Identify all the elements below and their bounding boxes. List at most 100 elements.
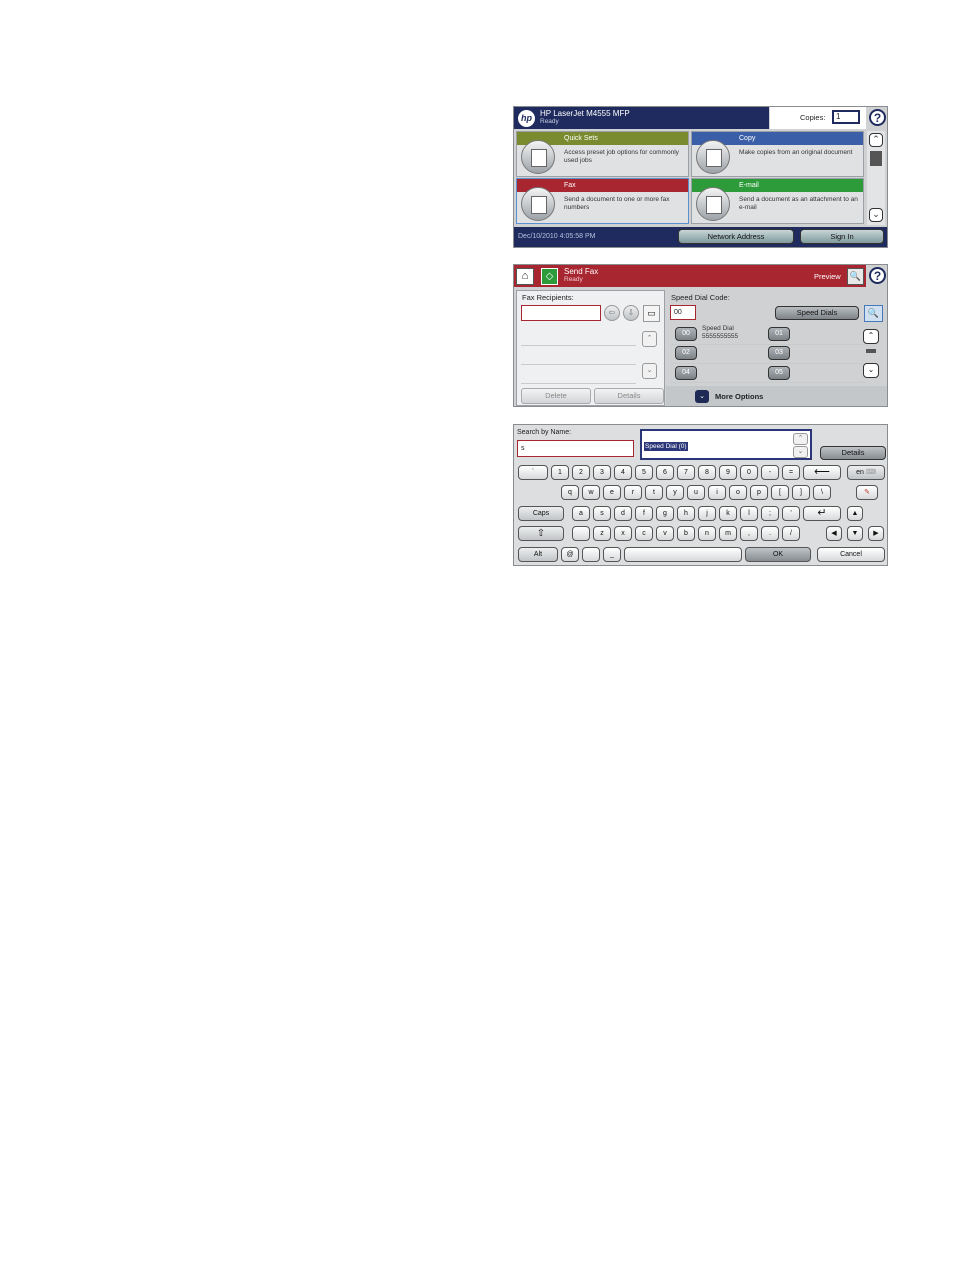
speed-dials-button[interactable]: Speed Dials — [775, 306, 859, 320]
key[interactable]: c — [635, 526, 653, 541]
chevron-down-icon[interactable]: ⌄ — [695, 390, 709, 403]
key[interactable]: 3 — [593, 465, 611, 480]
results-list[interactable]: Speed Dial (0) ⌃ ⌄ — [640, 429, 812, 460]
list-scroll-down-icon[interactable]: ⌄ — [642, 363, 657, 379]
key[interactable]: p — [750, 485, 768, 500]
at-key[interactable]: @ — [561, 547, 579, 562]
home-icon[interactable]: ⌂ — [516, 268, 534, 285]
arrow-down-icon[interactable]: ▼ — [847, 526, 863, 541]
search-name-input[interactable]: s — [517, 440, 634, 457]
key[interactable]: k — [719, 506, 737, 521]
key[interactable]: , — [740, 526, 758, 541]
list-item[interactable] — [521, 346, 636, 365]
key[interactable]: o — [729, 485, 747, 500]
more-options-label[interactable]: More Options — [715, 392, 763, 401]
scroll-up-icon[interactable]: ⌃ — [869, 133, 883, 147]
key[interactable]: f — [635, 506, 653, 521]
key[interactable]: g — [656, 506, 674, 521]
result-scroll-up-icon[interactable]: ⌃ — [793, 433, 808, 445]
edit-icon[interactable]: ✎ — [856, 485, 878, 500]
key[interactable] — [572, 526, 590, 541]
arrow-up-icon[interactable]: ▲ — [847, 506, 863, 521]
key[interactable]: e — [603, 485, 621, 500]
key[interactable]: r — [624, 485, 642, 500]
key[interactable]: 0 — [740, 465, 758, 480]
speed-dial-code[interactable]: 01 — [768, 327, 790, 341]
key[interactable]: s — [593, 506, 611, 521]
backspace-icon[interactable]: ⟵ — [803, 465, 841, 480]
key[interactable]: 8 — [698, 465, 716, 480]
tile-quick-sets[interactable]: Quick Sets Access preset job options for… — [516, 131, 689, 177]
speed-dial-entry[interactable]: Speed Dial 5555555555 — [702, 325, 738, 341]
language-key[interactable]: en ⌨ — [847, 465, 885, 480]
list-item[interactable] — [521, 365, 636, 384]
scroll-down-icon[interactable]: ⌄ — [869, 208, 883, 222]
key[interactable]: z — [593, 526, 611, 541]
speed-dial-code[interactable]: 05 — [768, 366, 790, 380]
fax-recipient-input[interactable] — [521, 305, 601, 321]
help-icon[interactable]: ? — [869, 267, 886, 284]
key[interactable]: x — [614, 526, 632, 541]
tile-fax[interactable]: Fax Send a document to one or more fax n… — [516, 178, 689, 224]
scroll-thumb[interactable] — [866, 349, 876, 353]
underscore-key[interactable]: _ — [603, 547, 621, 562]
key[interactable]: y — [666, 485, 684, 500]
key[interactable]: - — [761, 465, 779, 480]
network-address-button[interactable]: Network Address — [678, 229, 794, 244]
details-button[interactable]: Details — [820, 446, 886, 460]
sign-in-button[interactable]: Sign In — [800, 229, 884, 244]
key[interactable]: l — [740, 506, 758, 521]
key[interactable]: 9 — [719, 465, 737, 480]
key[interactable]: 5 — [635, 465, 653, 480]
key[interactable]: 7 — [677, 465, 695, 480]
list-item[interactable] — [521, 327, 636, 346]
key[interactable]: = — [782, 465, 800, 480]
help-icon[interactable]: ? — [869, 109, 886, 126]
start-icon[interactable]: ◇ — [541, 268, 558, 285]
key[interactable]: a — [572, 506, 590, 521]
key[interactable]: j — [698, 506, 716, 521]
result-scroll-down-icon[interactable]: ⌄ — [793, 446, 808, 458]
key[interactable]: ] — [792, 485, 810, 500]
speed-dial-input[interactable]: 00 — [670, 305, 696, 320]
key[interactable]: 4 — [614, 465, 632, 480]
key[interactable]: u — [687, 485, 705, 500]
scroll-down-icon[interactable]: ⌄ — [863, 363, 879, 378]
home-scrollbar[interactable]: ⌃ ⌄ — [867, 131, 885, 225]
key[interactable]: ; — [761, 506, 779, 521]
key[interactable]: 1 — [551, 465, 569, 480]
arrow-left-icon[interactable]: ◀ — [826, 526, 842, 541]
key[interactable]: v — [656, 526, 674, 541]
selected-result[interactable]: Speed Dial (0) — [644, 442, 688, 451]
key[interactable]: . — [761, 526, 779, 541]
key[interactable]: w — [582, 485, 600, 500]
speed-dial-code[interactable]: 04 — [675, 366, 697, 380]
address-book-icon[interactable]: ▭ — [643, 305, 660, 322]
copies-input[interactable]: 1 — [832, 110, 860, 124]
key[interactable]: d — [614, 506, 632, 521]
space-key[interactable] — [624, 547, 742, 562]
delete-button[interactable]: Delete — [521, 388, 591, 404]
arrow-right-icon[interactable]: ▶ — [868, 526, 884, 541]
key[interactable]: m — [719, 526, 737, 541]
enter-icon[interactable]: ↵ — [803, 506, 841, 521]
speed-dial-code[interactable]: 02 — [675, 346, 697, 360]
tile-copy[interactable]: Copy Make copies from an original docume… — [691, 131, 864, 177]
speed-dial-code[interactable]: 03 — [768, 346, 790, 360]
tile-email[interactable]: E-mail Send a document as an attachment … — [691, 178, 864, 224]
key[interactable]: t — [645, 485, 663, 500]
scroll-up-icon[interactable]: ⌃ — [863, 329, 879, 344]
key-backtick[interactable]: ` — [518, 465, 548, 480]
alt-key[interactable]: Alt — [518, 547, 558, 562]
speed-dial-code[interactable]: 00 — [675, 327, 697, 341]
caps-key[interactable]: Caps — [518, 506, 564, 521]
key[interactable]: \ — [813, 485, 831, 500]
key[interactable]: / — [782, 526, 800, 541]
key[interactable]: b — [677, 526, 695, 541]
shift-icon[interactable]: ⇧ — [518, 526, 564, 541]
search-icon[interactable]: 🔍 — [864, 305, 883, 322]
key[interactable]: q — [561, 485, 579, 500]
ok-button[interactable]: OK — [745, 547, 811, 562]
key[interactable]: h — [677, 506, 695, 521]
key[interactable]: 2 — [572, 465, 590, 480]
